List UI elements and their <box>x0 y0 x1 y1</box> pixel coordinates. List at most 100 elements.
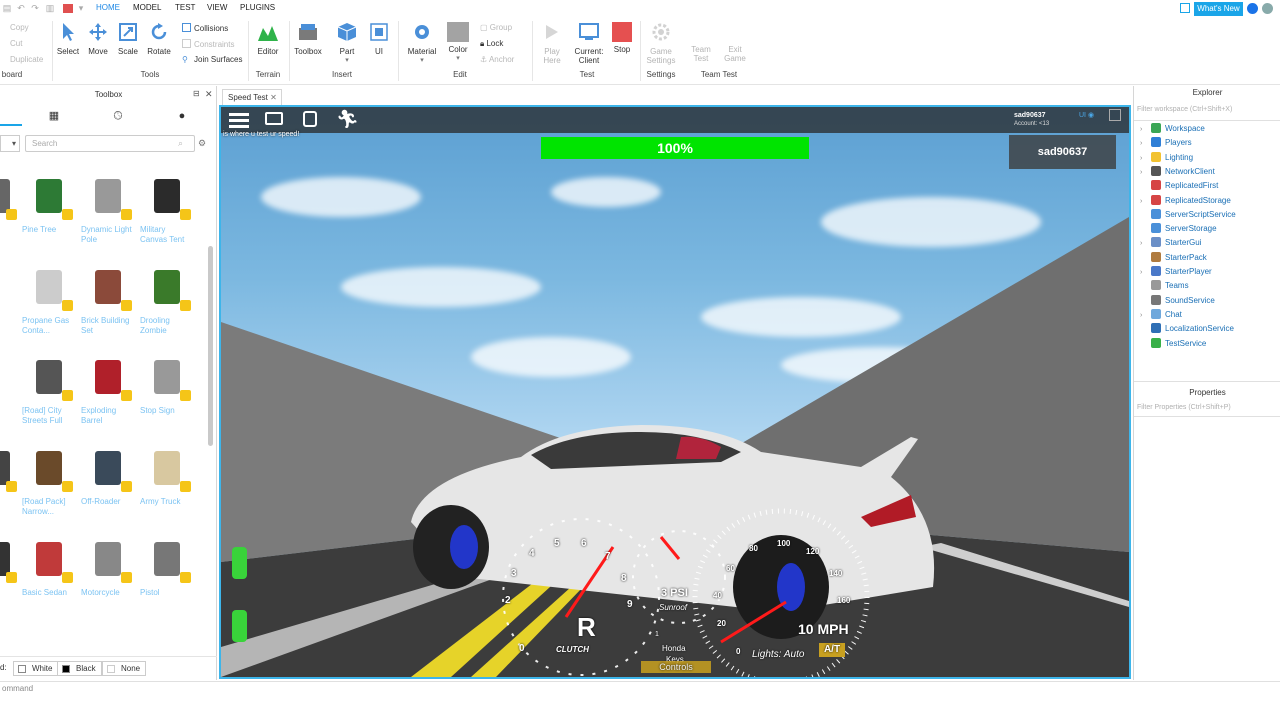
chevron-right-icon[interactable]: › <box>1140 126 1151 133</box>
explorer-item-localizationservice[interactable]: LocalizationService <box>1140 323 1234 336</box>
toolbox-item[interactable]: [Road] City Streets Full <box>22 354 76 426</box>
toolbox-item[interactable]: Military Canvas Tent <box>140 173 194 245</box>
explorer-item-teams[interactable]: Teams <box>1140 280 1189 293</box>
toolbox-item[interactable]: Basic Sedan <box>22 536 76 598</box>
toolbox-item[interactable]: Pine Tree <box>22 173 76 235</box>
quick-access-dropdown-icon[interactable]: ▾ <box>76 3 86 13</box>
explorer-item-starterpack[interactable]: StarterPack <box>1140 251 1207 265</box>
toolbox-item[interactable]: Pistol <box>140 536 194 598</box>
explorer-item-networkclient[interactable]: › NetworkClient <box>1140 165 1215 179</box>
toolbox-item[interactable]: Dynamic Light Pole <box>81 173 135 245</box>
explorer-item-workspace[interactable]: › Workspace <box>1140 123 1205 136</box>
tab-home[interactable]: HOME <box>96 3 120 12</box>
tab-test[interactable]: TEST <box>175 3 195 12</box>
constraints-toggle[interactable]: Constraints <box>182 39 234 49</box>
chevron-right-icon[interactable]: › <box>1140 169 1151 176</box>
explorer-item-testservice[interactable]: TestService <box>1140 337 1206 351</box>
tab-speed-test[interactable]: Speed Test ✕ <box>222 89 282 105</box>
exit-game-button[interactable]: Exit Game <box>720 45 750 63</box>
close-tab-icon[interactable]: ✕ <box>270 93 277 102</box>
tab-view[interactable]: VIEW <box>207 3 227 12</box>
redo-icon[interactable]: ↷ <box>30 3 40 13</box>
toolbox-item[interactable]: Exploding Barrel <box>81 354 135 426</box>
color-button[interactable]: Color ▾ <box>444 22 472 62</box>
chevron-right-icon[interactable]: › <box>1140 312 1151 319</box>
tab-inventory[interactable]: ▦ <box>27 106 81 126</box>
toolbox-item[interactable]: Brick Building Set <box>81 264 135 336</box>
game-settings-button[interactable]: Game Settings <box>644 22 678 65</box>
emote-icon[interactable]: 🏃︎ <box>336 109 359 129</box>
explorer-item-players[interactable]: › Players <box>1140 137 1192 150</box>
help-icon[interactable] <box>1247 3 1258 14</box>
duplicate-button[interactable]: Duplicate <box>10 55 43 64</box>
scrollbar[interactable] <box>208 246 213 446</box>
toolbox-item[interactable]: Motorcycle <box>81 536 135 598</box>
play-here-button[interactable]: Play Here <box>536 22 568 65</box>
lock-button[interactable]: 🔒︎ Lock <box>480 39 503 49</box>
toolbox-item[interactable]: Propane Gas Conta... <box>22 264 76 336</box>
undo-icon[interactable]: ↶ <box>16 3 26 13</box>
backpack-icon[interactable] <box>303 111 317 127</box>
close-icon[interactable]: ✕ <box>205 89 213 100</box>
transmission-badge[interactable]: A/T <box>819 643 845 657</box>
move-button[interactable]: Move <box>86 22 110 56</box>
explorer-item-soundservice[interactable]: SoundService <box>1140 294 1215 308</box>
tab-recent[interactable]: 🕓︎ <box>91 106 145 126</box>
bg-white-button[interactable]: White <box>13 661 59 676</box>
explorer-item-replicatedstorage[interactable]: › ReplicatedStorage <box>1140 194 1231 208</box>
explorer-item-replicatedfirst[interactable]: ReplicatedFirst <box>1140 180 1218 193</box>
toolbox-item[interactable]: ter <box>0 536 24 598</box>
toolbox-item[interactable]: Army Truck <box>140 445 194 507</box>
rotate-button[interactable]: Rotate <box>146 22 172 56</box>
explorer-item-serverscriptservice[interactable]: ServerScriptService <box>1140 208 1236 222</box>
toolbox-item[interactable]: Off-Roader <box>81 445 135 507</box>
command-bar[interactable]: ommand <box>0 681 1280 695</box>
chat-icon[interactable] <box>265 112 283 125</box>
toolbox-button[interactable]: Toolbox <box>292 22 324 56</box>
toolbox-item[interactable]: ck] ...d... <box>0 445 24 507</box>
game-viewport[interactable]: 🏃︎ sad90637 Account: <13 UI ◉ is where u… <box>219 105 1131 679</box>
toolbox-item[interactable]: ...ion <box>0 173 24 235</box>
chevron-right-icon[interactable]: › <box>1140 269 1151 276</box>
properties-filter-input[interactable]: Filter Properties (Ctrl+Shift+P) <box>1137 404 1231 411</box>
filter-icon[interactable]: ⚙ <box>198 138 206 149</box>
user-icon[interactable] <box>1262 3 1273 14</box>
controls-button[interactable]: Controls <box>641 661 711 673</box>
player-card[interactable]: sad90637 <box>1009 135 1116 169</box>
toolbox-item[interactable]: [Road Pack] Narrow... <box>22 445 76 517</box>
scale-button[interactable]: Scale <box>116 22 140 56</box>
material-button[interactable]: Material ▾ <box>404 22 440 64</box>
part-button[interactable]: Part ▾ <box>334 22 360 64</box>
anchor-button[interactable]: ⚓︎ Anchor <box>480 55 514 64</box>
collisions-toggle[interactable]: Collisions <box>182 23 228 33</box>
bg-none-button[interactable]: None <box>102 661 147 676</box>
join-surfaces-toggle[interactable]: ⚲ Join Surfaces <box>182 55 242 64</box>
tab-model[interactable]: MODEL <box>133 3 161 12</box>
ui-button[interactable]: UI <box>368 22 390 56</box>
explorer-item-serverstorage[interactable]: ServerStorage <box>1140 223 1217 236</box>
explorer-item-startergui[interactable]: › StarterGui <box>1140 237 1201 250</box>
toolbox-item[interactable]: Stop Sign <box>140 354 194 416</box>
cut-button[interactable]: Cut <box>10 39 22 48</box>
chevron-right-icon[interactable]: › <box>1140 198 1151 205</box>
whats-new-button[interactable]: What's New <box>1194 2 1243 16</box>
pin-icon[interactable]: ⊟ <box>193 89 200 98</box>
explorer-item-lighting[interactable]: › Lighting <box>1140 151 1193 165</box>
chevron-right-icon[interactable]: › <box>1140 140 1151 147</box>
file-icon[interactable]: ▤ <box>2 3 12 13</box>
toolbox-item[interactable]: Drooling Zombie <box>140 264 194 336</box>
team-test-button[interactable]: Team Test <box>686 45 716 63</box>
terrain-editor-button[interactable]: Editor <box>252 22 284 56</box>
explorer-item-starterplayer[interactable]: › StarterPlayer <box>1140 266 1212 279</box>
hamburger-menu-icon[interactable] <box>229 113 249 116</box>
chevron-right-icon[interactable]: › <box>1140 155 1151 162</box>
copy-button[interactable]: Copy <box>10 23 29 32</box>
tab-creations[interactable]: ● <box>155 106 209 126</box>
group-button[interactable]: ▢ Group <box>480 23 512 32</box>
bg-black-button[interactable]: Black <box>57 661 102 676</box>
stop-button[interactable]: Stop <box>610 22 634 54</box>
search-input[interactable]: Search <box>25 135 195 152</box>
tab-models[interactable] <box>0 106 22 126</box>
chevron-right-icon[interactable]: › <box>1140 240 1151 247</box>
stop-quick-icon[interactable] <box>63 4 73 13</box>
